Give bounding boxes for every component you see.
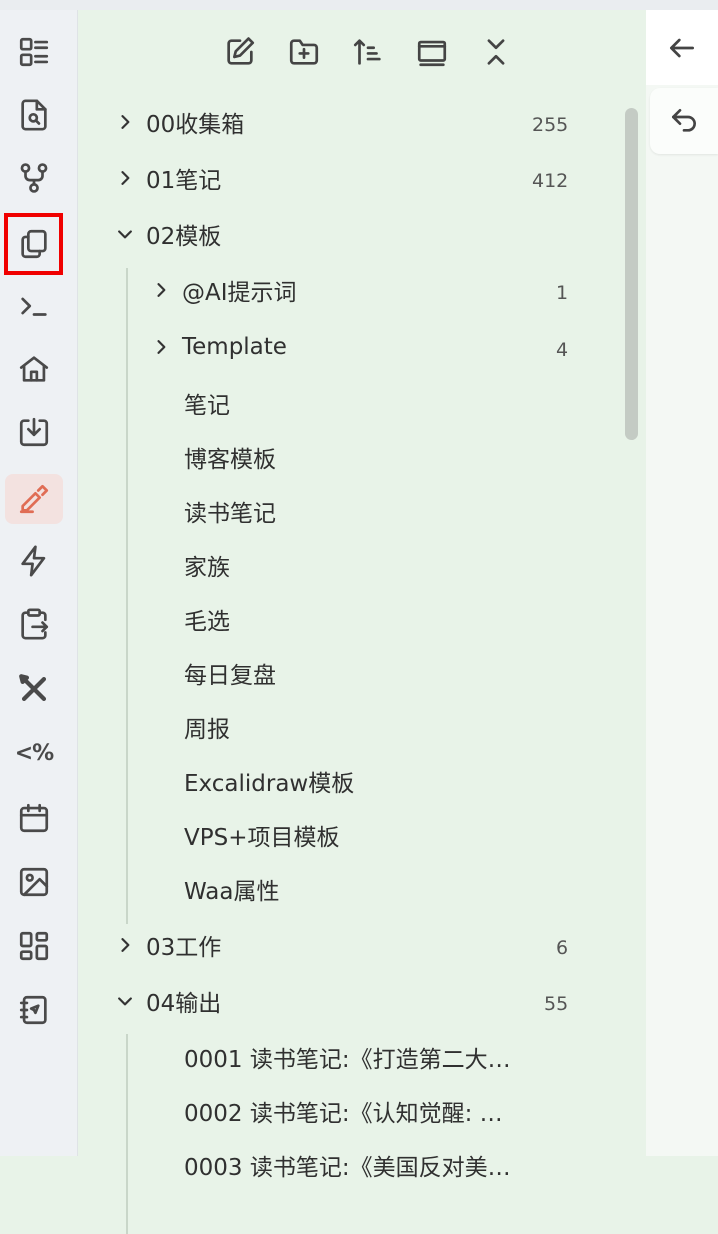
folder-04-output[interactable]: 04输出	[112, 977, 221, 1025]
chevron-right-icon	[148, 277, 174, 303]
folder-count: 412	[532, 170, 569, 192]
file-item[interactable]: 周报	[184, 703, 230, 751]
collapse-all-icon[interactable]	[474, 32, 518, 72]
file-item[interactable]: Excalidraw模板	[184, 757, 354, 805]
file-item[interactable]: 0002 读书笔记:《认知觉醒: …	[184, 1087, 503, 1135]
indent-guide	[126, 268, 128, 924]
chevron-right-icon	[112, 932, 138, 958]
percent-icon[interactable]: <%	[5, 728, 63, 778]
left-ribbon: <%	[0, 10, 78, 1156]
file-item[interactable]: 读书笔记	[184, 487, 276, 535]
chevron-right-icon	[148, 334, 174, 360]
file-item[interactable]: VPS+项目模板	[184, 811, 339, 859]
editor-pane	[646, 10, 718, 1156]
folder-label: 04输出	[146, 991, 222, 1017]
back-arrow-icon[interactable]	[646, 10, 718, 85]
nav-header	[218, 32, 518, 72]
folder-count: 255	[532, 114, 569, 136]
file-list-icon[interactable]	[5, 27, 63, 77]
folder-00-inbox[interactable]: 00收集箱	[112, 98, 244, 146]
folder-count: 4	[556, 339, 569, 361]
folder-label: Template	[182, 334, 287, 360]
indent-guide	[126, 1034, 128, 1234]
folder-02-templates[interactable]: 02模板	[112, 210, 221, 258]
search-file-icon[interactable]	[5, 90, 63, 140]
undo-icon[interactable]	[650, 88, 718, 154]
notebook-icon[interactable]	[5, 985, 63, 1035]
home-icon[interactable]	[5, 344, 63, 394]
tree-scrollbar[interactable]	[623, 98, 640, 1166]
percent-label: <%	[14, 740, 54, 766]
graph-icon[interactable]	[5, 153, 63, 203]
calendar-icon[interactable]	[5, 793, 63, 843]
image-icon[interactable]	[5, 857, 63, 907]
file-item[interactable]: 笔记	[184, 379, 230, 427]
file-explorer-pane: 00收集箱 255 01笔记 412 02模板 @AI提示词 1 Templat…	[78, 10, 646, 1234]
new-note-icon[interactable]	[218, 32, 262, 72]
chevron-right-icon	[112, 109, 138, 135]
clipboard-export-icon[interactable]	[5, 599, 63, 649]
file-item[interactable]: Waa属性	[184, 865, 279, 913]
window-top-strip	[0, 0, 718, 10]
file-item[interactable]: 家族	[184, 541, 230, 589]
highlighter-icon[interactable]	[5, 474, 63, 524]
scrollbar-thumb[interactable]	[625, 108, 638, 440]
folder-count: 55	[544, 993, 569, 1015]
file-item[interactable]: 博客模板	[184, 433, 276, 481]
file-item[interactable]: 0001 读书笔记:《打造第二大…	[184, 1033, 511, 1081]
copy-files-icon[interactable]	[4, 213, 63, 275]
new-folder-icon[interactable]	[282, 32, 326, 72]
folder-label: 01笔记	[146, 168, 222, 194]
file-item[interactable]: 毛选	[184, 595, 230, 643]
folder-label: 02模板	[146, 224, 222, 250]
chevron-down-icon	[112, 988, 138, 1014]
folder-label: 03工作	[146, 935, 222, 961]
chevron-down-icon	[112, 221, 138, 247]
folder-ai-prompts[interactable]: @AI提示词	[148, 266, 297, 314]
folder-03-work[interactable]: 03工作	[112, 921, 221, 969]
bolt-icon[interactable]	[5, 536, 63, 586]
folder-count: 1	[556, 282, 569, 304]
folder-template[interactable]: Template	[148, 323, 287, 371]
file-item[interactable]: 每日复盘	[184, 649, 276, 697]
chevron-right-icon	[112, 165, 138, 191]
folder-label: 00收集箱	[146, 112, 245, 138]
terminal-icon[interactable]	[5, 281, 63, 331]
folder-01-notes[interactable]: 01笔记	[112, 154, 221, 202]
dashboard-icon[interactable]	[5, 921, 63, 971]
file-item[interactable]: 0003 读书笔记:《美国反对美…	[184, 1141, 511, 1189]
tools-icon[interactable]	[5, 664, 63, 714]
folder-count: 6	[556, 937, 569, 959]
sort-icon[interactable]	[346, 32, 390, 72]
download-icon[interactable]	[5, 407, 63, 457]
collapse-view-icon[interactable]	[410, 32, 454, 72]
folder-label: @AI提示词	[182, 280, 297, 306]
